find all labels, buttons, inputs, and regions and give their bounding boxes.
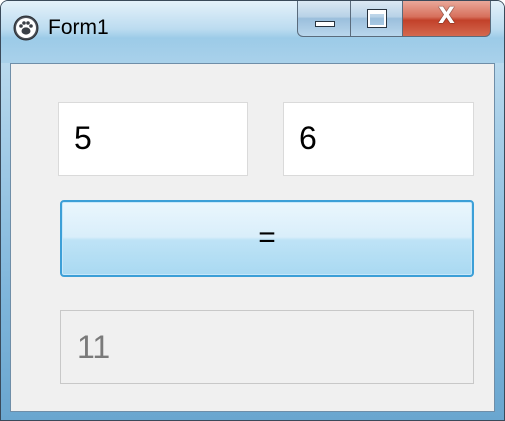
maximize-icon xyxy=(367,9,387,28)
form-client-area: 5 6 = 11 xyxy=(10,63,495,412)
close-button[interactable]: X xyxy=(403,1,491,37)
window-title: Form1 xyxy=(48,16,109,39)
minimize-icon xyxy=(315,21,335,27)
result-field: 11 xyxy=(60,310,474,384)
first-number-input[interactable]: 5 xyxy=(58,102,248,176)
close-icon: X xyxy=(438,4,455,29)
equals-button[interactable]: = xyxy=(60,200,474,277)
second-number-input[interactable]: 6 xyxy=(283,102,474,176)
paw-icon[interactable] xyxy=(13,15,39,41)
maximize-button[interactable] xyxy=(351,1,403,37)
caption-buttons: X xyxy=(297,1,491,43)
app-window: Form1 X 5 6 = 11 xyxy=(0,0,505,421)
minimize-button[interactable] xyxy=(297,1,351,37)
title-bar[interactable]: Form1 X xyxy=(1,1,504,63)
